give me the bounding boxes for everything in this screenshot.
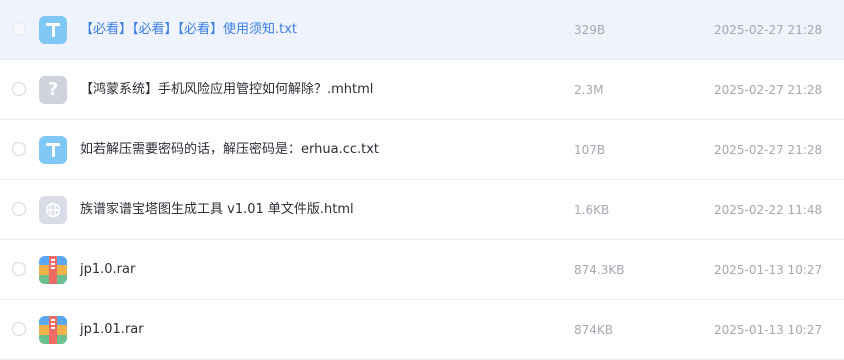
file-date: 2025-02-27 21:28 xyxy=(714,143,823,157)
file-size: 107B xyxy=(574,143,606,157)
select-radio[interactable] xyxy=(12,82,26,96)
file-row[interactable]: jp1.01.rar 874KB 2025-01-13 10:27 xyxy=(0,300,844,360)
txt-file-icon xyxy=(39,136,67,164)
file-name[interactable]: 【必看】【必看】【必看】使用须知.txt xyxy=(80,0,297,60)
file-row[interactable]: 如若解压需要密码的话，解压密码是：erhua.cc.txt 107B 2025-… xyxy=(0,120,844,180)
unknown-file-icon: ? xyxy=(39,76,67,104)
web-file-icon xyxy=(39,196,67,224)
archive-file-icon xyxy=(39,256,67,284)
select-radio[interactable] xyxy=(12,142,26,156)
file-row[interactable]: ? 【鸿蒙系统】手机风险应用管控如何解除？.mhtml 2.3M 2025-02… xyxy=(0,60,844,120)
file-size: 329B xyxy=(574,23,606,37)
file-date: 2025-01-13 10:27 xyxy=(714,263,823,277)
file-row[interactable]: jp1.0.rar 874.3KB 2025-01-13 10:27 xyxy=(0,240,844,300)
file-size: 2.3M xyxy=(574,83,604,97)
file-date: 2025-02-22 11:48 xyxy=(714,203,823,217)
file-date: 2025-02-27 21:28 xyxy=(714,23,823,37)
file-row[interactable]: 【必看】【必看】【必看】使用须知.txt 329B 2025-02-27 21:… xyxy=(0,0,844,60)
question-mark-glyph: ? xyxy=(47,79,59,100)
archive-file-icon xyxy=(39,316,67,344)
file-list: 【必看】【必看】【必看】使用须知.txt 329B 2025-02-27 21:… xyxy=(0,0,844,360)
file-size: 1.6KB xyxy=(574,203,610,217)
file-name[interactable]: jp1.01.rar xyxy=(80,300,144,360)
file-name[interactable]: 族谱家谱宝塔图生成工具 v1.01 单文件版.html xyxy=(80,180,354,240)
file-date: 2025-01-13 10:27 xyxy=(714,323,823,337)
select-radio[interactable] xyxy=(12,262,26,276)
select-radio[interactable] xyxy=(12,322,26,336)
txt-file-icon xyxy=(39,16,67,44)
select-radio[interactable] xyxy=(12,202,26,216)
file-name[interactable]: 【鸿蒙系统】手机风险应用管控如何解除？.mhtml xyxy=(80,60,373,120)
file-row[interactable]: 族谱家谱宝塔图生成工具 v1.01 单文件版.html 1.6KB 2025-0… xyxy=(0,180,844,240)
select-radio[interactable] xyxy=(12,22,26,36)
file-name[interactable]: 如若解压需要密码的话，解压密码是：erhua.cc.txt xyxy=(80,120,379,180)
globe-icon xyxy=(45,202,61,218)
file-size: 874.3KB xyxy=(574,263,625,277)
file-date: 2025-02-27 21:28 xyxy=(714,83,823,97)
file-size: 874KB xyxy=(574,323,614,337)
file-name[interactable]: jp1.0.rar xyxy=(80,240,135,300)
